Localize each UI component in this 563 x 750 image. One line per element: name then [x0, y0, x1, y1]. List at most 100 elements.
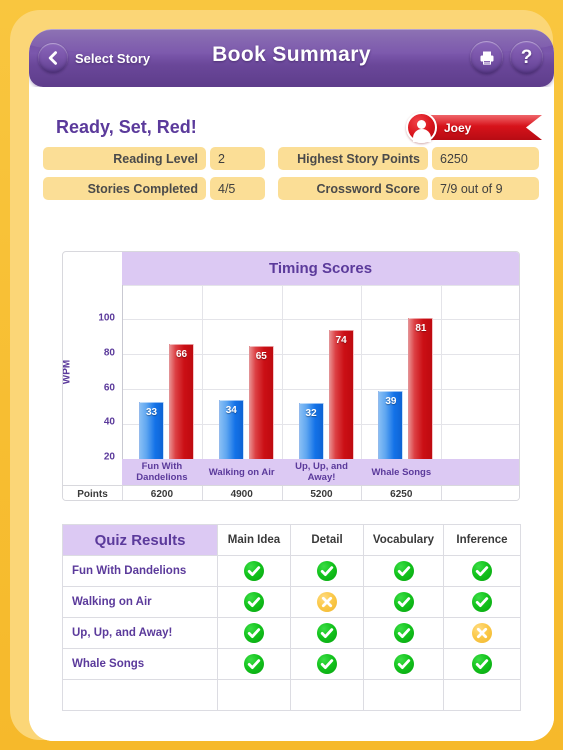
chart-bar: 39: [378, 391, 404, 459]
check-circle-icon: [217, 648, 291, 680]
chart-y-axis: WPM 020406080100: [62, 285, 122, 498]
reading-level-label: Reading Level: [43, 147, 206, 170]
check-circle-icon: [317, 561, 337, 581]
chart-points-value: 5200: [310, 488, 333, 500]
check-circle-icon: [290, 617, 364, 649]
chart-y-axis-label: WPM: [62, 359, 73, 385]
content-area: Ready, Set, Red! Joey Reading Level 2 Hi…: [29, 87, 554, 741]
chart-title: Timing Scores: [268, 260, 373, 277]
app-inner-frame: Select Story Book Summary ? Ready, Set, …: [10, 10, 554, 741]
chart-bar-value: 34: [225, 404, 237, 416]
check-circle-icon: [317, 623, 337, 643]
highest-story-points-label: Highest Story Points: [278, 147, 428, 170]
quiz-results-table: Quiz Results Main Idea Detail Vocabulary In…: [62, 524, 521, 711]
chart-bar-value: 66: [175, 349, 188, 361]
quiz-result-empty: [217, 679, 291, 711]
print-button[interactable]: [470, 41, 503, 74]
chart-bar-group: 33 66: [122, 285, 202, 459]
user-avatar-icon: [406, 112, 437, 143]
book-title: Ready, Set, Red!: [56, 117, 197, 137]
points-row-divider: [441, 486, 443, 500]
highest-story-points-value: 6250: [432, 147, 539, 170]
check-circle-icon: [363, 586, 444, 618]
check-circle-icon: [393, 654, 414, 674]
check-circle-icon: [393, 561, 414, 581]
chart-category-band: Fun With Dandelions Walking on Air Up, Up,…: [122, 459, 519, 485]
chart-points-value: 6200: [150, 488, 174, 500]
back-button[interactable]: Select Story: [38, 42, 150, 74]
table-row: Fun With Dandelions: [62, 555, 521, 587]
chart-y-tick: 60: [103, 382, 115, 394]
quiz-result-empty: [290, 679, 364, 711]
table-row: Walking on Air: [62, 586, 521, 618]
check-circle-icon: [244, 592, 264, 612]
check-circle-icon: [317, 654, 337, 674]
chart-bar-value: 74: [335, 335, 347, 347]
chart-bar-group: 34 65: [202, 285, 282, 459]
chart-y-axis-line: [122, 285, 123, 459]
chart-title-band: Timing Scores: [122, 252, 519, 285]
check-circle-icon: [217, 617, 291, 649]
quiz-column-header-detail: Detail: [290, 524, 364, 556]
check-circle-icon: [290, 648, 364, 680]
check-circle-icon: [290, 555, 364, 587]
chart-bar-group: [441, 285, 519, 459]
check-circle-icon: [363, 648, 444, 680]
quiz-column-header-vocabulary: Vocabulary: [363, 524, 444, 556]
stories-completed-value: 4/5: [210, 177, 265, 200]
chevron-left-icon[interactable]: [38, 43, 68, 73]
check-circle-icon: [217, 586, 291, 618]
summary-info-grid: Reading Level 2 Highest Story Points 625…: [43, 147, 543, 200]
chart-category-label: Whale Songs: [371, 466, 432, 478]
check-circle-icon: [244, 654, 264, 674]
help-label: ?: [520, 47, 533, 68]
reading-level-value: 2: [210, 147, 265, 170]
chart-points-row: Points 6200 4900 5200 6250: [63, 485, 519, 500]
app-outer-frame: Select Story Book Summary ? Ready, Set, …: [0, 0, 563, 750]
chart-bar-group: 39 81: [361, 285, 441, 459]
chart-bar-group: 32 74: [282, 285, 362, 459]
check-circle-icon: [217, 555, 291, 587]
chart-bar-value: 33: [145, 406, 158, 418]
crossword-score-label: Crossword Score: [278, 177, 428, 200]
help-button[interactable]: ?: [510, 41, 543, 74]
chart-bar-value: 65: [255, 350, 267, 362]
quiz-table-body: Fun With Dandelions Walking on Air Up, Up,…: [62, 555, 521, 711]
user-badge[interactable]: Joey: [406, 112, 542, 143]
crossword-score-value: 7/9 out of 9: [432, 177, 539, 200]
chart-points-value: 4900: [230, 488, 253, 500]
check-circle-icon: [393, 623, 414, 643]
quiz-row-story-name: Fun With Dandelions: [62, 555, 218, 587]
check-circle-icon: [472, 592, 492, 612]
check-circle-icon: [393, 592, 414, 612]
chart-bar: 33: [139, 401, 164, 459]
check-circle-icon: [363, 555, 444, 587]
chart-bar: 65: [248, 345, 274, 459]
user-name: Joey: [444, 120, 472, 135]
table-row: Up, Up, and Away!: [62, 617, 521, 649]
quiz-column-header-main-idea: Main Idea: [217, 524, 291, 556]
x-circle-icon: [290, 586, 364, 618]
x-circle-icon: [472, 623, 492, 643]
quiz-row-story-name: Whale Songs: [62, 648, 218, 680]
check-circle-icon: [443, 586, 521, 618]
quiz-header-row: Quiz Results Main Idea Detail Vocabulary In…: [62, 524, 521, 556]
quiz-row-story-name: Up, Up, and Away!: [62, 617, 218, 649]
chart-y-tick: 20: [103, 451, 115, 463]
check-circle-icon: [472, 561, 492, 581]
points-row-divider: [201, 486, 203, 500]
table-row: [62, 679, 521, 711]
quiz-row-story-name: [62, 679, 218, 711]
timing-scores-chart: Timing Scores WPM 020406080100 336634653…: [62, 251, 520, 501]
chart-bar-value: 32: [305, 408, 317, 420]
points-row-divider: [122, 486, 123, 500]
chart-points-value: [441, 486, 519, 500]
check-circle-icon: [472, 654, 492, 674]
quiz-result-empty: [363, 679, 444, 711]
quiz-row-story-name: Walking on Air: [62, 586, 218, 618]
chart-bar: 66: [169, 344, 194, 459]
chart-category-label: [441, 459, 519, 485]
chart-bar: 81: [408, 318, 434, 459]
chart-bar: 34: [218, 399, 244, 459]
points-row-label: Points: [77, 488, 108, 500]
